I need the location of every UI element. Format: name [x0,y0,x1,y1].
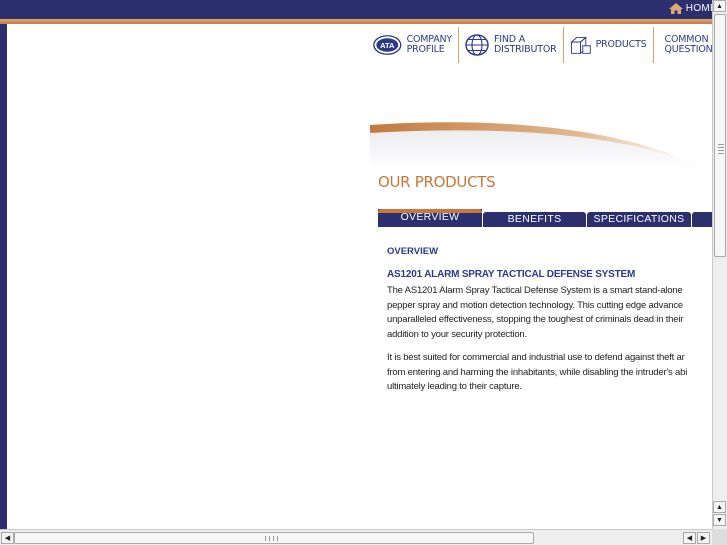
product-title: AS1201 ALARM SPRAY TACTICAL DEFENSE SYST… [387,269,636,280]
vertical-scroll-thumb[interactable] [714,14,726,257]
nav-products-label: PRODUCTS [595,39,647,50]
nav-company-profile[interactable]: ATA COMPANY PROFILE [367,27,459,63]
scrollbar-corner [712,529,727,545]
horizontal-scroll-thumb[interactable] [14,532,534,544]
grip-line [277,536,278,541]
nav-find-distributor[interactable]: FIND A DISTRIBUTOR [459,27,564,63]
tab-content-panel: OVERVIEW AS1201 ALARM SPRAY TACTICAL DEF… [378,227,712,529]
active-tab-indicator [378,209,482,213]
tab-specifications[interactable]: SPECIFICATIONS [587,212,691,227]
description-paragraph-2: It is best suited for commercial and ind… [387,351,687,395]
paragraph-line: It is best suited for commercial and ind… [387,352,685,363]
nav-products[interactable]: PRODUCTS [564,27,654,63]
page-title: OUR PRODUCTS [378,173,496,191]
paragraph-line: unparalleled effectiveness, stopping the… [387,314,684,325]
scroll-left-button[interactable]: ◀ [1,532,14,544]
svg-text:ATA: ATA [380,41,395,50]
main-navigation: ATA COMPANY PROFILE FIND A DISTRIBUTOR P… [367,27,712,63]
grip-line [273,536,274,541]
scroll-left-button-right[interactable]: ◀ [683,532,696,544]
home-icon [668,3,683,14]
description-paragraph-1: The AS1201 Alarm Spray Tactical Defense … [387,284,683,342]
grip-line [718,144,724,145]
scroll-up-button-lower[interactable]: ▲ [713,501,726,513]
home-link[interactable]: HOME [668,3,717,14]
nav-company-profile-label: COMPANY PROFILE [406,34,453,55]
header-stripe [0,19,727,24]
left-frame-edge [0,24,7,529]
paragraph-line: The AS1201 Alarm Spray Tactical Defense … [387,285,683,296]
tab-more[interactable] [692,212,712,227]
paragraph-line: from entering and harming the inhabitant… [387,366,688,378]
scroll-down-button[interactable]: ▼ [713,514,726,526]
nav-common-questions[interactable]: COMMON QUESTIONS [654,27,712,63]
nav-find-distributor-label: FIND A DISTRIBUTOR [494,34,557,55]
content-heading: OVERVIEW [387,246,439,257]
grip-line [265,536,266,541]
tab-benefits[interactable]: BENEFITS [483,212,586,227]
scroll-up-button[interactable]: ▲ [713,0,726,12]
scroll-right-button[interactable]: ▶ [697,532,710,544]
paragraph-line: ultimately leading to their capture. [387,381,522,392]
vertical-scrollbar[interactable]: ▲ ▲ ▼ [712,0,727,529]
paragraph-line: addition to your security protection. [387,328,527,340]
grip-line [269,536,270,541]
grip-line [718,150,724,151]
paragraph-line: pepper spray and motion detection techno… [387,299,683,311]
top-bar: HOME [0,0,727,19]
globe-icon [465,34,489,56]
grip-line [718,147,724,148]
grip-line [718,153,724,154]
product-tabs: OVERVIEW BENEFITS SPECIFICATIONS [378,209,712,227]
horizontal-scrollbar[interactable]: ◀ ◀ ▶ [0,529,712,545]
company-logo-icon: ATA [373,35,402,55]
nav-common-questions-label: COMMON QUESTIONS [664,34,712,55]
box-icon [569,36,591,55]
decorative-swoosh [370,122,712,170]
